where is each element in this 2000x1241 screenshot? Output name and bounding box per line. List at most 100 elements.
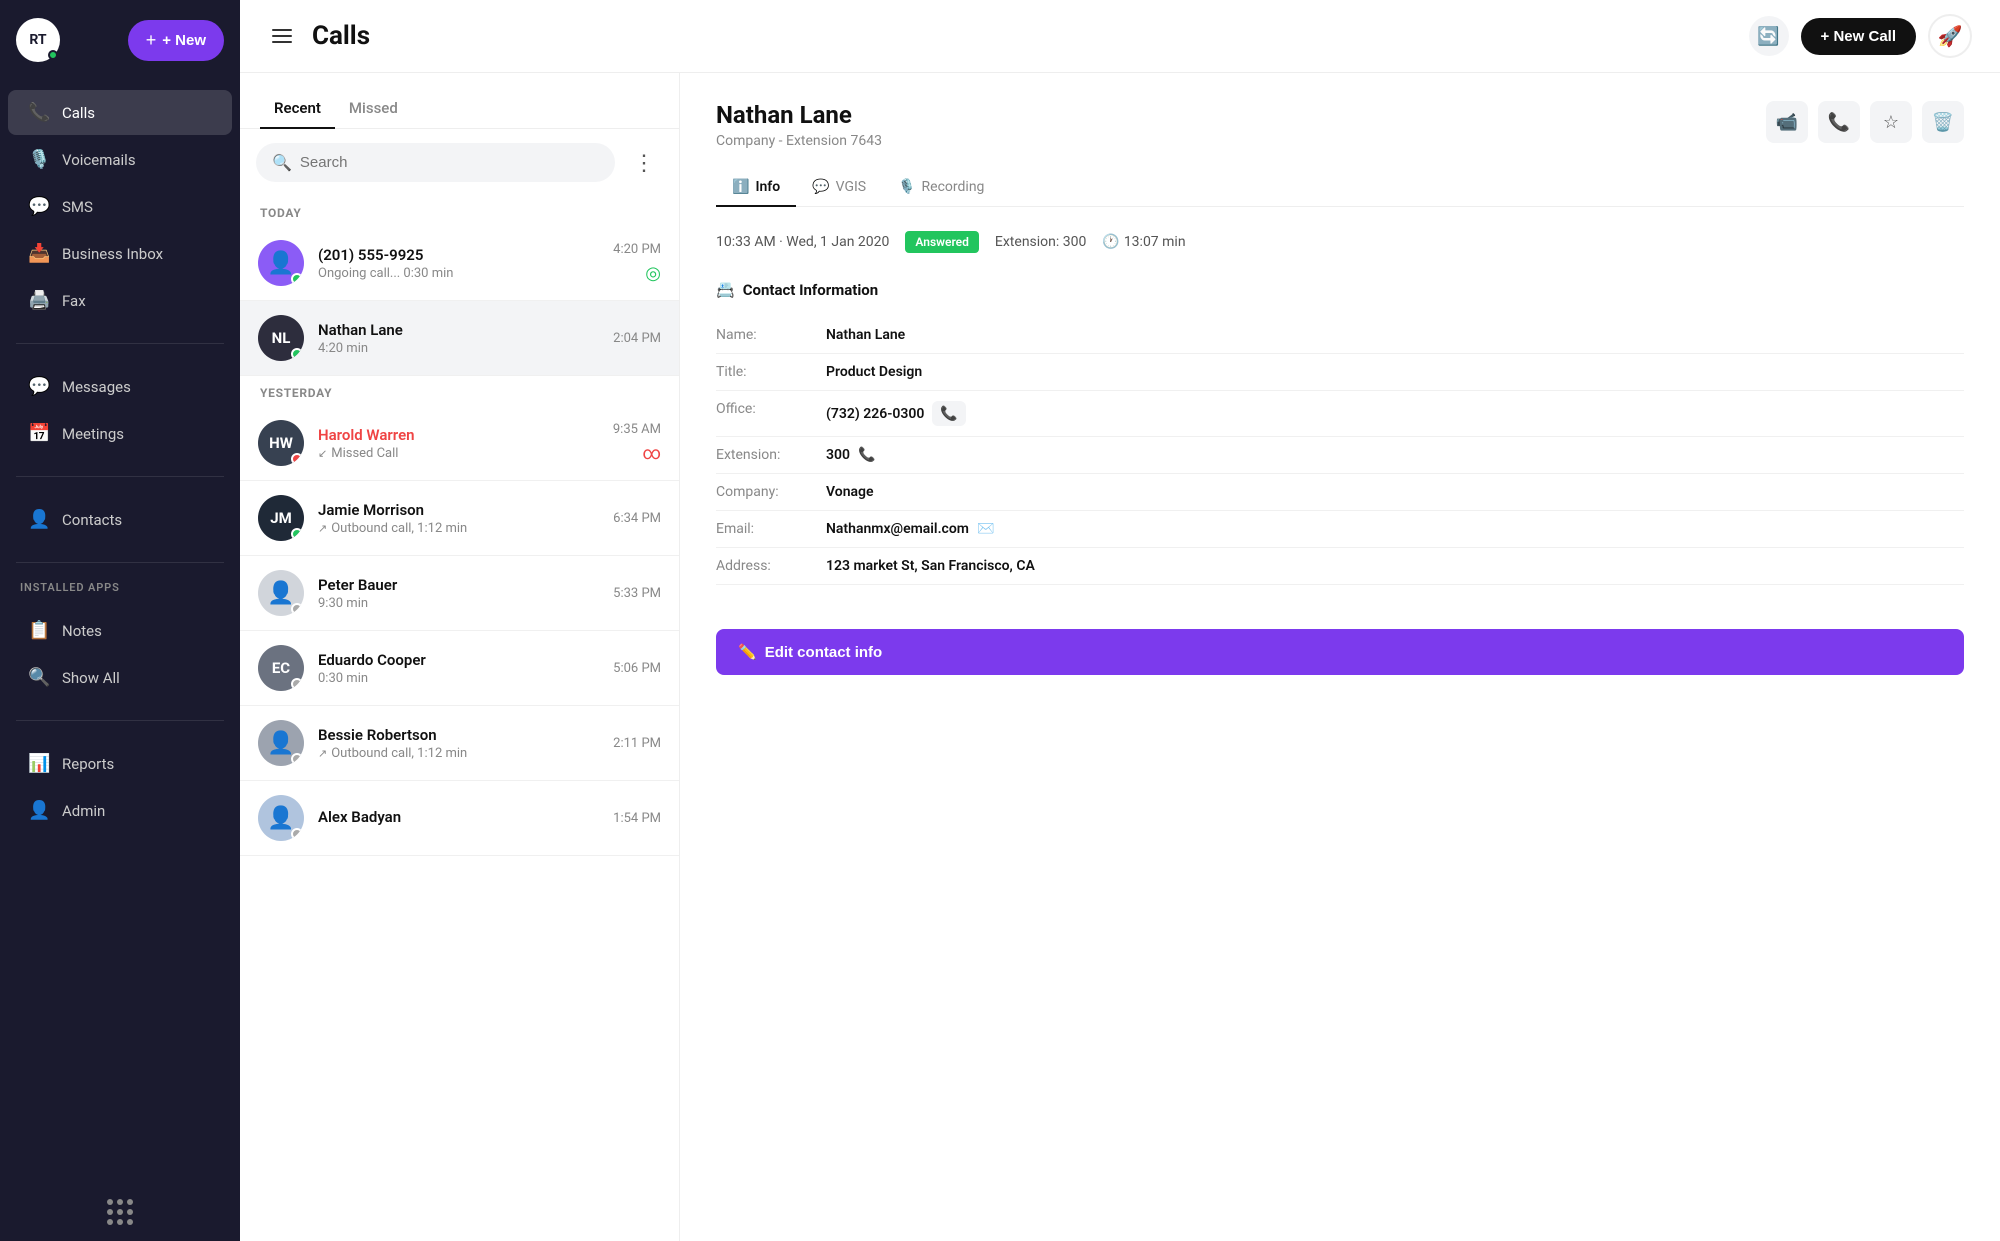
meetings-icon: 📅 (28, 423, 50, 444)
call-right: 4:20 PM ◎ (613, 242, 661, 284)
app-grid-icon[interactable] (107, 1199, 133, 1225)
call-sub: 0:30 min (318, 671, 599, 686)
sidebar-divider-3 (16, 562, 224, 563)
sidebar-item-notes[interactable]: 📋 Notes (8, 608, 232, 653)
call-extension: Extension: 300 (995, 234, 1086, 250)
field-address: Address: 123 market St, San Francisco, C… (716, 548, 1964, 585)
call-sub: Ongoing call... 0:30 min (318, 266, 599, 281)
sidebar-item-sms[interactable]: 💬 SMS (8, 184, 232, 229)
video-icon: 📹 (1776, 112, 1798, 133)
panels: Recent Missed 🔍 ⋮ TODAY 👤 (240, 73, 2000, 1241)
installed-apps-label: INSTALLED APPS (0, 573, 240, 598)
delete-button[interactable]: 🗑️ (1922, 101, 1964, 143)
call-office-button[interactable]: 📞 (932, 401, 965, 426)
sidebar-item-reports[interactable]: 📊 Reports (8, 741, 232, 786)
sync-button[interactable]: 🔄 (1749, 16, 1789, 56)
call-info: Peter Bauer 9:30 min (318, 576, 599, 611)
call-avatar: JM (258, 495, 304, 541)
call-button[interactable]: 📞 (1818, 101, 1860, 143)
day-label-yesterday: YESTERDAY (240, 376, 679, 406)
sidebar-item-meetings[interactable]: 📅 Meetings (8, 411, 232, 456)
call-info: Eduardo Cooper 0:30 min (318, 651, 599, 686)
contacts-icon: 👤 (28, 509, 50, 530)
call-duration: 🕐 13:07 min (1102, 234, 1185, 250)
recording-icon: 🎙️ (898, 179, 915, 195)
call-info: (201) 555-9925 Ongoing call... 0:30 min (318, 246, 599, 281)
call-sub: 9:30 min (318, 596, 599, 611)
fax-icon: 🖨️ (28, 290, 50, 311)
star-button[interactable]: ☆ (1870, 101, 1912, 143)
sidebar-item-contacts[interactable]: 👤 Contacts (8, 497, 232, 542)
sidebar-item-messages[interactable]: 💬 Messages (8, 364, 232, 409)
call-right: 6:34 PM (613, 511, 661, 526)
detail-panel: Nathan Lane Company - Extension 7643 📹 📞… (680, 73, 2000, 1241)
tab-info[interactable]: ℹ️ Info (716, 169, 796, 207)
list-item[interactable]: 👤 Alex Badyan 1:54 PM (240, 781, 679, 856)
voicemail-indicator: ∞ (642, 443, 661, 464)
voicemail-icon: 🎙️ (28, 149, 50, 170)
star-icon: ☆ (1883, 112, 1899, 133)
sidebar-item-show-all[interactable]: 🔍 Show All (8, 655, 232, 700)
rocket-button[interactable]: 🚀 (1928, 14, 1972, 58)
tab-missed[interactable]: Missed (335, 89, 412, 129)
contact-card-icon: 📇 (716, 281, 735, 299)
menu-button[interactable] (268, 25, 296, 47)
call-name: Bessie Robertson (318, 726, 599, 744)
new-button[interactable]: + + New (128, 20, 224, 61)
clock-icon: 🕐 (1102, 234, 1119, 250)
reports-icon: 📊 (28, 753, 50, 774)
calls-panel: Recent Missed 🔍 ⋮ TODAY 👤 (240, 73, 680, 1241)
sidebar-item-admin[interactable]: 👤 Admin (8, 788, 232, 833)
edit-contact-button[interactable]: ✏️ Edit contact info (716, 629, 1964, 675)
sidebar-item-voicemails[interactable]: 🎙️ Voicemails (8, 137, 232, 182)
field-office: Office: (732) 226-0300 📞 (716, 391, 1964, 437)
call-sub: ↙ Missed Call (318, 446, 599, 461)
status-dot (291, 528, 303, 540)
inbox-icon: 📥 (28, 243, 50, 264)
sidebar-item-calls[interactable]: 📞 Calls (8, 90, 232, 135)
sidebar-item-fax[interactable]: 🖨️ Fax (8, 278, 232, 323)
search-row: 🔍 ⋮ (240, 129, 679, 196)
video-button[interactable]: 📹 (1766, 101, 1808, 143)
new-call-button[interactable]: + New Call (1801, 18, 1916, 55)
tab-recent[interactable]: Recent (260, 89, 335, 129)
field-company: Company: Vonage (716, 474, 1964, 511)
sidebar-divider-1 (16, 343, 224, 344)
top-header-left: Calls (268, 21, 370, 51)
more-options-button[interactable]: ⋮ (625, 146, 663, 180)
show-all-icon: 🔍 (28, 667, 50, 688)
sidebar-apps-nav: 📋 Notes 🔍 Show All (0, 598, 240, 710)
tab-recording[interactable]: 🎙️ Recording (882, 169, 1000, 207)
list-item[interactable]: HW Harold Warren ↙ Missed Call 9:35 AM ∞ (240, 406, 679, 481)
email-icon: ✉️ (977, 521, 994, 537)
detail-tabs: ℹ️ Info 💬 VGIS 🎙️ Recording (716, 169, 1964, 207)
field-title: Title: Product Design (716, 354, 1964, 391)
status-dot (291, 348, 303, 360)
sidebar-item-business-inbox[interactable]: 📥 Business Inbox (8, 231, 232, 276)
list-item[interactable]: EC Eduardo Cooper 0:30 min 5:06 PM (240, 631, 679, 706)
list-item[interactable]: JM Jamie Morrison ↗ Outbound call, 1:12 … (240, 481, 679, 556)
list-item[interactable]: NL Nathan Lane 4:20 min 2:04 PM (240, 301, 679, 376)
trash-icon: 🗑️ (1932, 112, 1954, 133)
call-name: Eduardo Cooper (318, 651, 599, 669)
top-header-right: 🔄 + New Call 🚀 (1749, 14, 1972, 58)
call-sub: ↗ Outbound call, 1:12 min (318, 521, 599, 536)
sms-icon: 💬 (28, 196, 50, 217)
notes-icon: 📋 (28, 620, 50, 641)
call-name: Harold Warren (318, 426, 599, 444)
list-item[interactable]: 👤 Peter Bauer 9:30 min 5:33 PM (240, 556, 679, 631)
search-input[interactable] (300, 154, 599, 171)
sidebar-nav: 📞 Calls 🎙️ Voicemails 💬 SMS 📥 Business I… (0, 80, 240, 333)
call-avatar: EC (258, 645, 304, 691)
call-name: Peter Bauer (318, 576, 599, 594)
field-extension: Extension: 300 📞 (716, 437, 1964, 474)
call-name: Jamie Morrison (318, 501, 599, 519)
list-item[interactable]: 👤 Bessie Robertson ↗ Outbound call, 1:12… (240, 706, 679, 781)
call-avatar: 👤 (258, 570, 304, 616)
list-item[interactable]: 👤 (201) 555-9925 Ongoing call... 0:30 mi… (240, 226, 679, 301)
status-dot (291, 453, 303, 465)
status-dot (291, 753, 303, 765)
sidebar-divider-4 (16, 720, 224, 721)
calls-tabs: Recent Missed (240, 73, 679, 129)
tab-vgis[interactable]: 💬 VGIS (796, 169, 882, 207)
